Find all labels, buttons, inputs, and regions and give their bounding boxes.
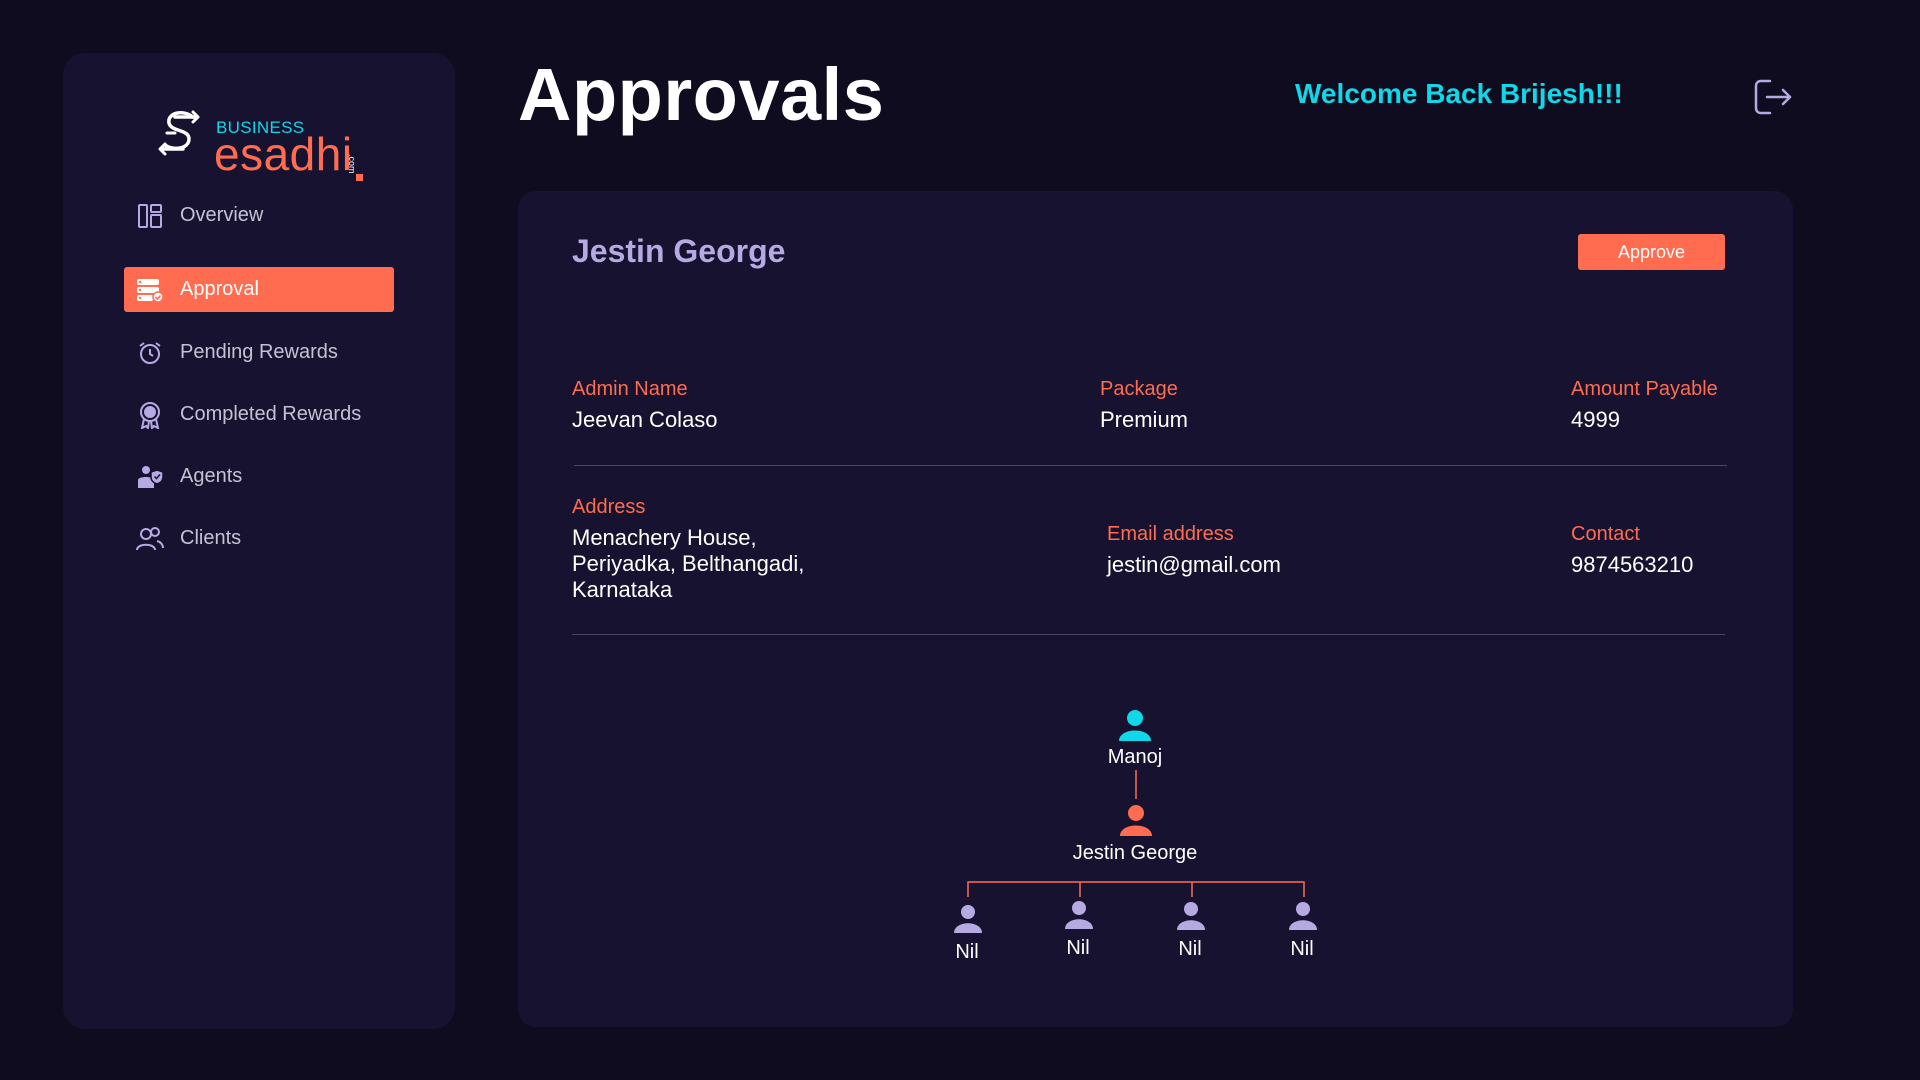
email-value: jestin@gmail.com [1107,552,1281,577]
applicant-name: Jestin George [572,233,786,269]
welcome-message: Welcome Back Brijesh!!! [1295,78,1623,109]
sidebar-item-label: Agents [180,465,243,487]
contact-value: 9874563210 [1571,552,1694,577]
amount-field: Amount Payable 4999 [1571,378,1718,433]
tree-parent-label: Manoj [1107,746,1163,768]
address-line-1: Menachery House, [572,525,757,550]
admin-name-field: Admin Name Jeevan Colaso [572,378,718,433]
sidebar-item-pending-rewards[interactable]: Pending Rewards [124,330,394,375]
agent-shield-icon [136,463,164,491]
tree-children-bracket [967,881,1305,897]
child-person-icon [1184,902,1198,916]
address-label: Address [572,496,646,518]
address-line-2: Periyadka, Belthangadi, [572,551,805,576]
sidebar-item-approval[interactable]: Approval [124,267,394,312]
sidebar-item-label: Overview [180,204,264,226]
sidebar-nav: Overview Approval Pending Rewards Comple… [124,193,394,578]
brand-suffix: .com [347,154,357,174]
tree-child-label: Nil [1178,938,1202,960]
approval-detail-card: Jestin George Approve Admin Name Jeevan … [518,191,1793,1027]
email-label: Email address [1107,523,1234,545]
sidebar-item-completed-rewards[interactable]: Completed Rewards [124,392,394,437]
sidebar-item-clients[interactable]: Clients [124,516,394,561]
sidebar-item-overview[interactable]: Overview [124,193,394,238]
admin-name-label: Admin Name [572,378,688,400]
logout-icon [1754,79,1792,115]
sidebar-item-label: Pending Rewards [180,341,338,363]
address-field: Address Menachery House, Periyadka, Belt… [572,496,804,603]
tree-child-node[interactable] [1177,902,1205,930]
child-person-icon [1072,901,1086,915]
divider [572,634,1725,635]
brand-name: esadhi [214,128,353,180]
admin-name-value: Jeevan Colaso [572,407,718,432]
esadhi-logo-icon [158,110,200,156]
tree-child-node[interactable] [954,905,982,933]
package-field: Package Premium [1100,378,1188,433]
child-person-body [1065,919,1093,929]
users-icon [136,525,164,553]
sidebar-item-agents[interactable]: Agents [124,454,394,499]
sidebar-item-label: Completed Rewards [180,403,362,425]
tree-child-label: Nil [1290,938,1314,960]
brand-dot [356,174,363,181]
email-field: Email address jestin@gmail.com [1107,523,1281,578]
dashboard-icon [136,202,164,230]
tree-child-node[interactable] [1289,902,1317,930]
child-person-body [1177,920,1205,930]
tree-self-label: Jestin George [1072,842,1198,864]
tree-child-label: Nil [955,941,979,963]
referral-tree [954,710,1317,933]
contact-label: Contact [1571,523,1640,545]
child-person-icon [961,905,975,919]
package-label: Package [1100,378,1178,400]
amount-value: 4999 [1571,407,1620,432]
tree-parent-node[interactable] [1119,710,1151,741]
tree-child-label: Nil [1066,937,1090,959]
child-person-icon [1296,902,1310,916]
sidebar-item-label: Clients [180,527,242,549]
self-person-icon [1128,805,1144,821]
child-person-body [954,923,982,933]
alarm-clock-icon [136,339,164,367]
logout-button[interactable] [1752,76,1794,118]
self-person-body [1120,825,1152,836]
amount-label: Amount Payable [1571,378,1718,400]
tree-self-node[interactable] [1120,805,1152,836]
award-badge-icon [136,401,164,429]
package-value: Premium [1100,407,1189,432]
child-person-body [1289,920,1317,930]
approve-button[interactable]: Approve [1578,234,1725,270]
page-title: Approvals [518,53,885,136]
address-line-3: Karnataka [572,577,673,602]
sidebar: BUSINESS esadhi .com Overview Approval P… [63,53,455,1029]
parent-person-icon [1127,710,1143,726]
divider [574,465,1727,466]
parent-person-body [1119,730,1151,741]
sidebar-item-label: Approval [180,278,259,300]
brand-logo[interactable]: BUSINESS esadhi .com [153,81,373,181]
approval-list-icon [136,276,164,304]
contact-field: Contact 9874563210 [1571,523,1693,578]
tree-child-node[interactable] [1065,901,1093,929]
